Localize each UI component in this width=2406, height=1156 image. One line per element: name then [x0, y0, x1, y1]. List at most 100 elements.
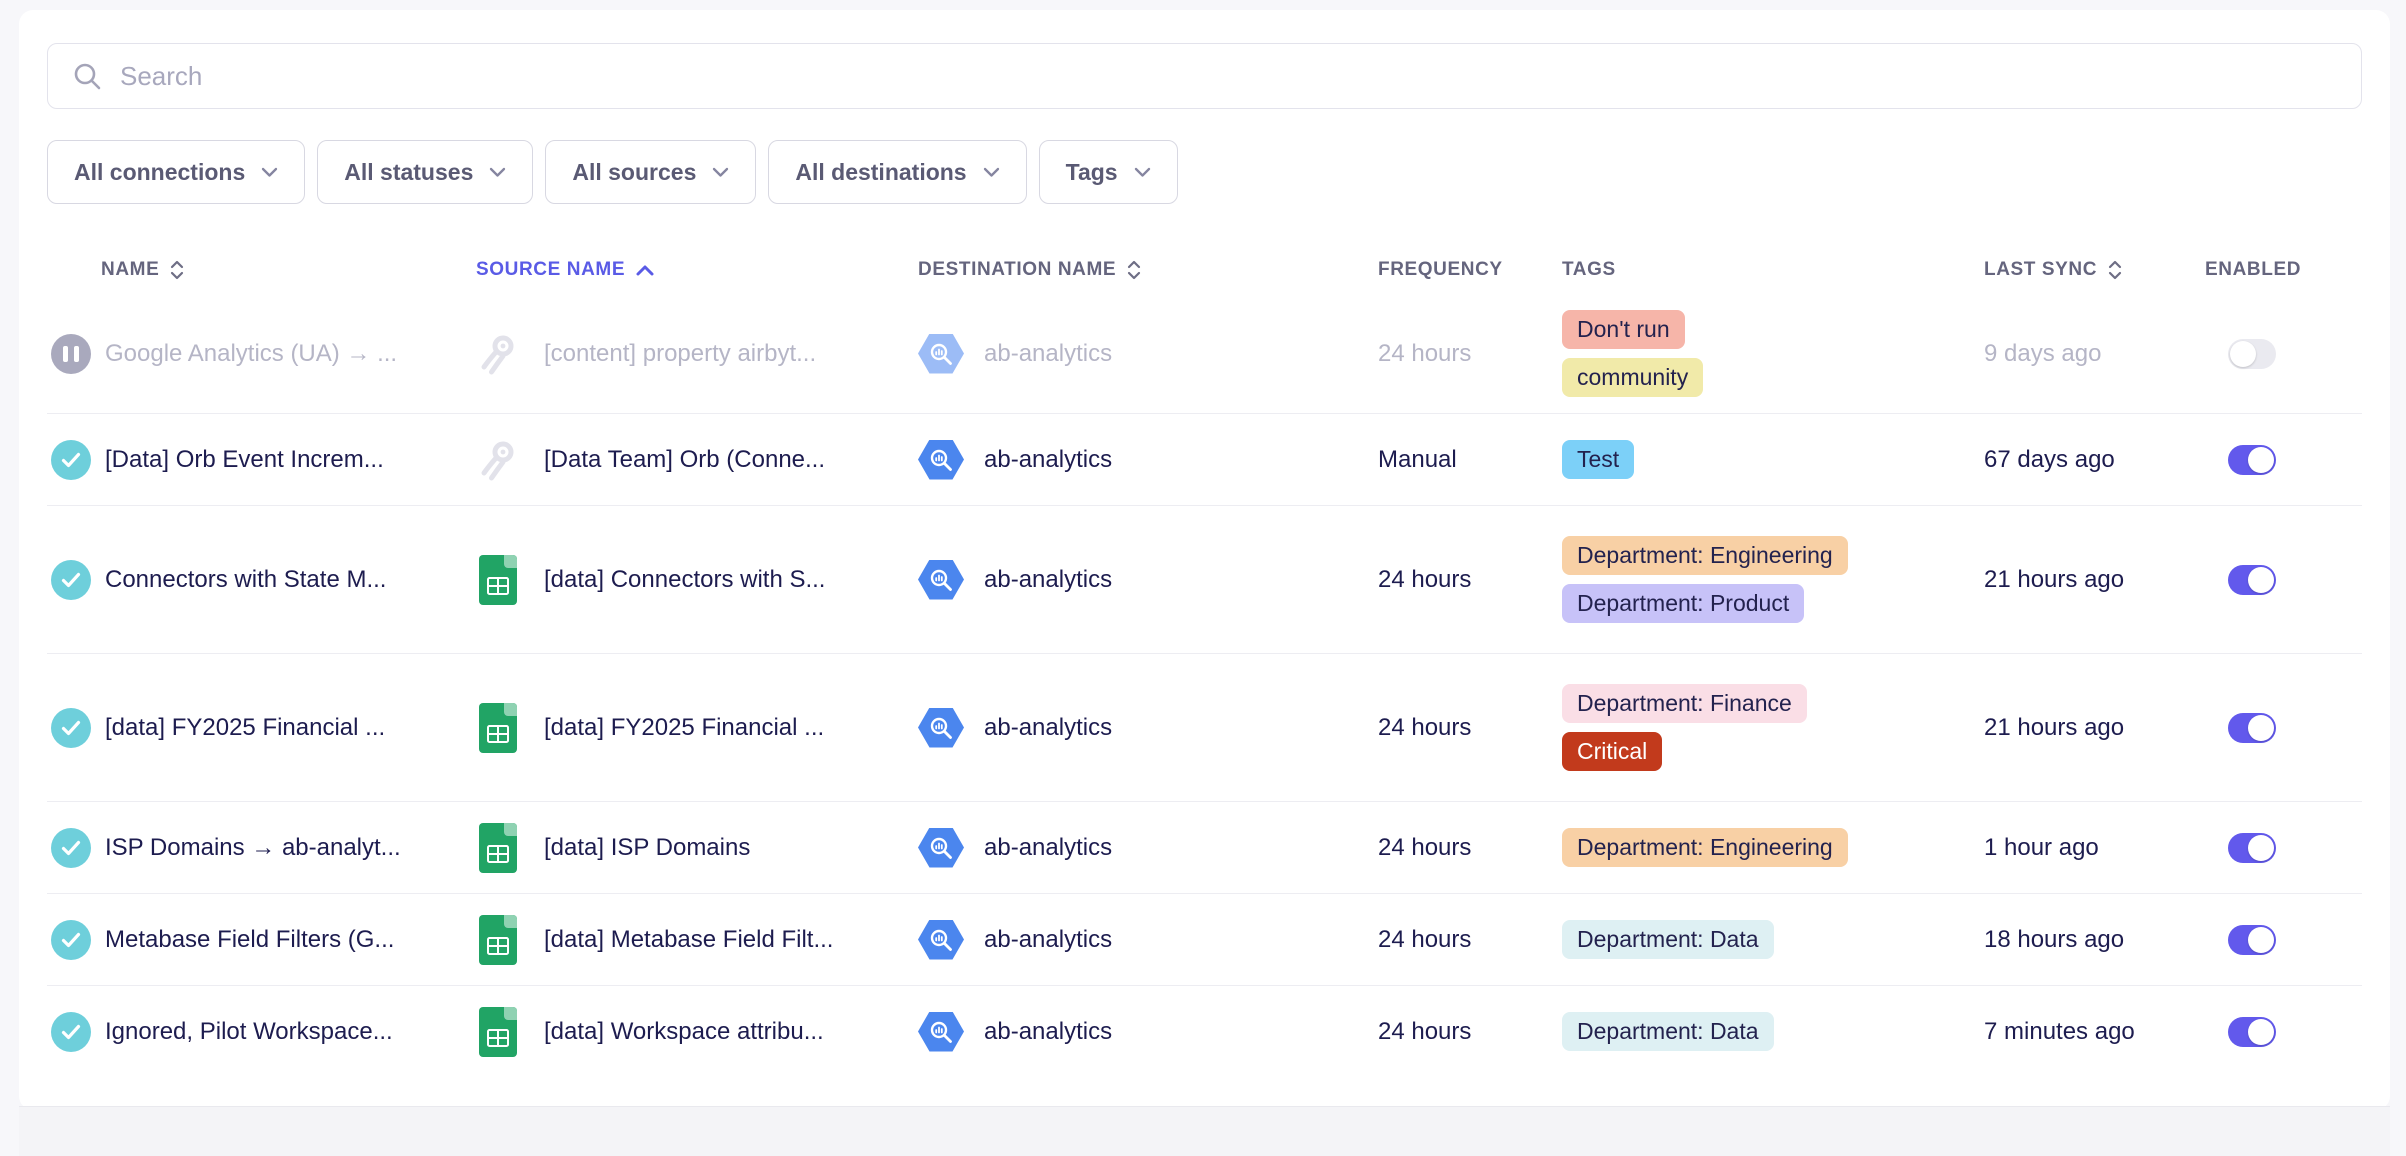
- bigquery-destination-icon: [918, 334, 964, 374]
- connection-row[interactable]: Connectors with State M...: [47, 505, 2362, 653]
- tag-department-engineering: Department: Engineering: [1562, 536, 1848, 575]
- frequency-value: 24 hours: [1378, 834, 1562, 862]
- connections-panel: All connections All statuses All sources…: [19, 10, 2390, 1110]
- enabled-toggle[interactable]: [2228, 1017, 2276, 1047]
- chevron-down-icon: [489, 167, 506, 178]
- filter-all-sources[interactable]: All sources: [545, 140, 756, 204]
- airbyte-source-icon: [476, 433, 520, 487]
- bigquery-destination-icon: [918, 708, 964, 748]
- sort-both-icon: [2107, 258, 2123, 282]
- google-sheets-icon: [476, 913, 520, 967]
- table-header: NAME SOURCE NAME DESTINATION NAME FREQUE…: [47, 246, 2362, 294]
- enabled-toggle[interactable]: [2228, 713, 2276, 743]
- source-name: [data] Connectors with S...: [544, 566, 825, 594]
- connection-row[interactable]: [data] FY2025 Financial ...: [47, 653, 2362, 801]
- source-name: [data] FY2025 Financial ...: [544, 714, 824, 742]
- bigquery-destination-icon: [918, 1012, 964, 1052]
- tags-list: Test: [1562, 424, 1984, 495]
- filter-label: All destinations: [795, 159, 966, 186]
- sort-asc-icon: [635, 264, 655, 277]
- enabled-status-icon: [51, 708, 91, 748]
- column-header-last-sync[interactable]: LAST SYNC: [1984, 258, 2205, 282]
- connection-row[interactable]: [Data] Orb Event Increm...: [47, 413, 2362, 505]
- tags-list: Department: Engineering: [1562, 812, 1984, 883]
- tag-community: community: [1562, 358, 1703, 397]
- bigquery-destination-icon: [918, 920, 964, 960]
- frequency-value: 24 hours: [1378, 340, 1562, 368]
- search-input[interactable]: [120, 61, 2337, 92]
- table-footer-strip: [19, 1106, 2390, 1156]
- filter-all-statuses[interactable]: All statuses: [317, 140, 533, 204]
- enabled-toggle[interactable]: [2228, 339, 2276, 369]
- tag-critical: Critical: [1562, 732, 1662, 771]
- frequency-value: 24 hours: [1378, 566, 1562, 594]
- destination-name: ab-analytics: [984, 1018, 1112, 1046]
- chevron-down-icon: [261, 167, 278, 178]
- connection-row[interactable]: Metabase Field Filters (G...: [47, 893, 2362, 985]
- chevron-down-icon: [712, 167, 729, 178]
- search-bar: [47, 43, 2362, 109]
- tag-department-engineering: Department: Engineering: [1562, 828, 1848, 867]
- filter-tags[interactable]: Tags: [1039, 140, 1178, 204]
- connection-row[interactable]: ISP Domains → ab-analyt...: [47, 801, 2362, 893]
- source-name: [Data Team] Orb (Conne...: [544, 446, 825, 474]
- connection-name: [data] FY2025 Financial ...: [105, 714, 385, 742]
- chevron-down-icon: [1134, 167, 1151, 178]
- last-sync-value: 1 hour ago: [1984, 834, 2205, 862]
- destination-name: ab-analytics: [984, 566, 1112, 594]
- connection-row[interactable]: Ignored, Pilot Workspace...: [47, 985, 2362, 1077]
- search-icon: [72, 61, 102, 91]
- frequency-value: Manual: [1378, 446, 1562, 474]
- bigquery-destination-icon: [918, 440, 964, 480]
- enabled-status-icon: [51, 828, 91, 868]
- enabled-status-icon: [51, 440, 91, 480]
- google-sheets-icon: [476, 1005, 520, 1059]
- airbyte-source-icon: [476, 327, 520, 381]
- google-sheets-icon: [476, 553, 520, 607]
- column-header-name[interactable]: NAME: [47, 258, 476, 282]
- column-header-tags: TAGS: [1562, 259, 1984, 281]
- google-sheets-icon: [476, 821, 520, 875]
- filter-all-destinations[interactable]: All destinations: [768, 140, 1026, 204]
- connection-row[interactable]: Google Analytics (UA) → ...: [47, 294, 2362, 413]
- filter-label: All statuses: [344, 159, 473, 186]
- destination-name: ab-analytics: [984, 834, 1112, 862]
- enabled-toggle[interactable]: [2228, 833, 2276, 863]
- enabled-status-icon: [51, 560, 91, 600]
- filter-label: All connections: [74, 159, 245, 186]
- tag-test: Test: [1562, 440, 1634, 479]
- last-sync-value: 7 minutes ago: [1984, 1018, 2205, 1046]
- connection-name: Ignored, Pilot Workspace...: [105, 1018, 393, 1046]
- enabled-toggle[interactable]: [2228, 445, 2276, 475]
- tags-list: Department: FinanceCritical: [1562, 668, 1984, 787]
- last-sync-value: 21 hours ago: [1984, 566, 2205, 594]
- enabled-toggle[interactable]: [2228, 925, 2276, 955]
- enabled-status-icon: [51, 920, 91, 960]
- source-name: [data] ISP Domains: [544, 834, 750, 862]
- source-name: [data] Workspace attribu...: [544, 1018, 824, 1046]
- column-header-enabled: ENABLED: [2205, 259, 2362, 281]
- destination-name: ab-analytics: [984, 340, 1112, 368]
- tag-don-t-run: Don't run: [1562, 310, 1685, 349]
- filter-label: All sources: [572, 159, 696, 186]
- connection-name: Connectors with State M...: [105, 566, 386, 594]
- frequency-value: 24 hours: [1378, 926, 1562, 954]
- chevron-down-icon: [983, 167, 1000, 178]
- tags-list: Department: EngineeringDepartment: Produ…: [1562, 520, 1984, 639]
- bigquery-destination-icon: [918, 560, 964, 600]
- tags-list: Department: Data: [1562, 904, 1984, 975]
- enabled-toggle[interactable]: [2228, 565, 2276, 595]
- last-sync-value: 21 hours ago: [1984, 714, 2205, 742]
- tags-list: Department: Data: [1562, 996, 1984, 1067]
- last-sync-value: 67 days ago: [1984, 446, 2205, 474]
- connection-name: [Data] Orb Event Increm...: [105, 446, 384, 474]
- column-header-destination-name[interactable]: DESTINATION NAME: [918, 258, 1378, 282]
- filter-bar: All connections All statuses All sources…: [47, 140, 2362, 204]
- sort-both-icon: [1126, 258, 1142, 282]
- enabled-status-icon: [51, 1012, 91, 1052]
- bigquery-destination-icon: [918, 828, 964, 868]
- filter-all-connections[interactable]: All connections: [47, 140, 305, 204]
- column-header-frequency: FREQUENCY: [1378, 259, 1562, 281]
- tag-department-data: Department: Data: [1562, 920, 1774, 959]
- column-header-source-name[interactable]: SOURCE NAME: [476, 259, 918, 281]
